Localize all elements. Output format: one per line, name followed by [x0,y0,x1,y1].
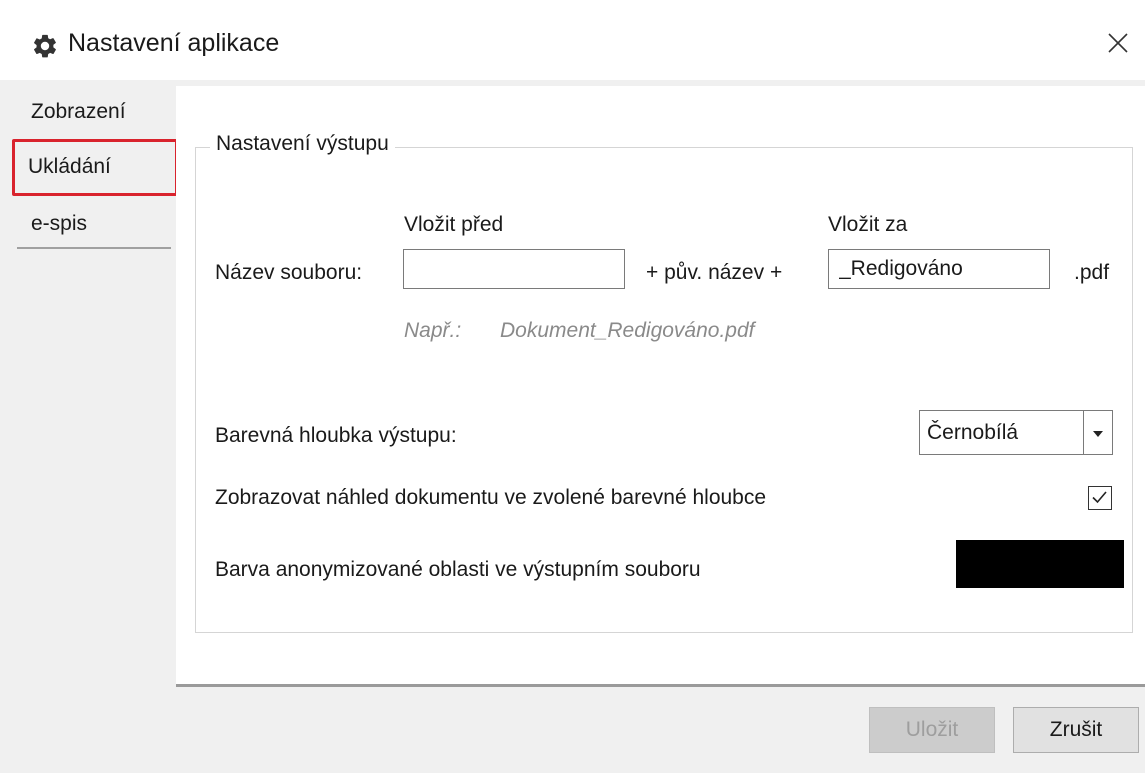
tab-ukladani[interactable]: Ukládání [12,139,178,194]
example-label: Např.: [404,319,462,342]
preview-label: Zobrazovat náhled dokumentu ve zvolené b… [215,486,767,509]
extension-label: .pdf [1074,261,1110,284]
example-filename: Dokument_Redigováno.pdf [500,319,755,342]
original-name-text: + pův. název + [646,261,783,284]
color-depth-select[interactable]: Černobílá [919,410,1113,455]
output-settings-group-label: Nastavení výstupu [210,132,395,156]
checkmark-icon [1089,487,1111,508]
dialog-title: Nastavení aplikace [68,29,280,57]
title-bar: Nastavení aplikace [0,12,1145,80]
color-depth-value: Černobílá [927,420,1019,444]
insert-before-label: Vložit před [404,213,504,236]
tab-list: Zobrazení Ukládání e-spis [0,80,178,690]
area-color-swatch[interactable] [956,540,1124,588]
close-button[interactable] [1100,27,1136,63]
filename-label: Název souboru: [215,261,363,284]
insert-after-label: Vložit za [828,213,908,236]
close-icon [1107,32,1129,59]
page-divider [176,684,1145,687]
save-button[interactable]: Uložit [869,707,995,753]
settings-dialog: Nastavení aplikace Zobrazení Ukládání e-… [0,0,1145,773]
cropped-heading-strip [0,0,1145,12]
dropdown-button[interactable] [1083,411,1112,454]
cancel-button[interactable]: Zrušit [1013,707,1139,753]
tab-e-spis[interactable]: e-spis [17,204,171,249]
gear-icon [31,32,59,60]
prefix-input[interactable] [403,249,625,289]
tab-zobrazeni[interactable]: Zobrazení [17,92,171,132]
area-color-label: Barva anonymizované oblasti ve výstupním… [215,558,701,581]
chevron-down-icon [1093,424,1103,442]
preview-checkbox[interactable] [1088,486,1112,510]
color-depth-label: Barevná hloubka výstupu: [215,424,457,447]
suffix-input[interactable] [828,249,1050,289]
